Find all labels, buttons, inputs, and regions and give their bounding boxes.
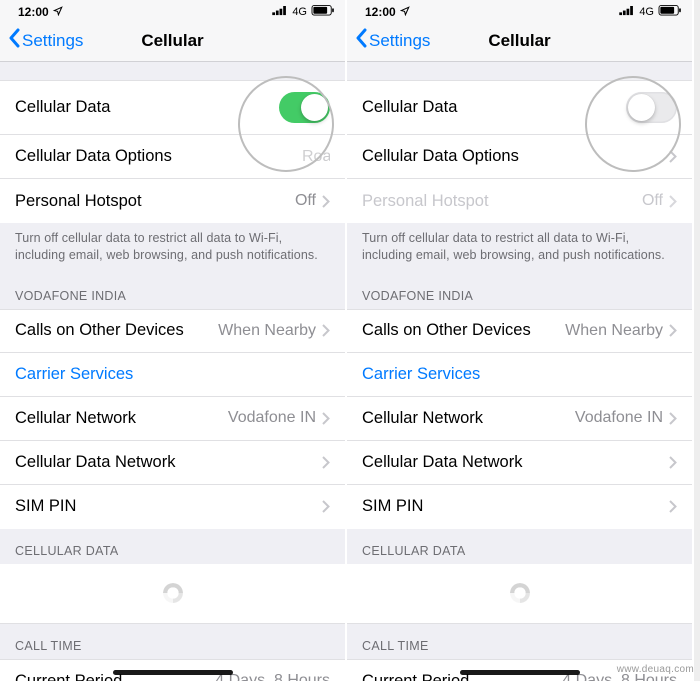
group-carrier: Calls on Other Devices When Nearby Carri… [347,309,692,529]
loading-row [0,564,345,624]
row-label: Carrier Services [15,365,133,384]
chevron-right-icon [669,412,677,425]
network-type: 4G [639,6,654,18]
group-footer: Turn off cellular data to restrict all d… [347,223,692,274]
row-personal-hotspot[interactable]: Personal Hotspot Off [0,179,345,223]
row-label: Cellular Data [362,98,457,117]
row-label: Cellular Data Options [15,147,172,166]
battery-icon [311,5,335,19]
group-header-cellular-usage: Cellular Data [347,529,692,564]
location-icon [400,5,410,19]
status-bar: 12:00 4G [347,0,692,20]
row-calls-other-devices[interactable]: Calls on Other Devices When Nearby [0,309,345,353]
row-label: Cellular Network [15,409,136,428]
chevron-right-icon [322,195,330,208]
row-value: Off [642,192,663,210]
chevron-left-icon [8,28,20,53]
row-label: Personal Hotspot [362,192,489,211]
row-cellular-data-options[interactable]: Cellular Data Options [347,135,692,179]
group-cellular-data: Cellular Data Cellular Data Options Pers… [347,80,692,223]
row-value: Roa [302,148,330,166]
group-header-carrier: Vodafone India [347,274,692,309]
row-label: SIM PIN [362,497,423,516]
row-personal-hotspot: Personal Hotspot Off [347,179,692,223]
location-icon [53,5,63,19]
row-label: Current Period [15,672,122,681]
row-cellular-data-network[interactable]: Cellular Data Network [347,441,692,485]
row-value: Off [295,192,316,210]
signal-icon [619,5,635,19]
row-cellular-data[interactable]: Cellular Data [0,80,345,135]
row-label: Cellular Data Options [362,147,519,166]
chevron-right-icon [322,456,330,469]
chevron-right-icon [669,500,677,513]
chevron-right-icon [669,324,677,337]
row-cellular-network[interactable]: Cellular Network Vodafone IN [0,397,345,441]
row-cellular-data-network[interactable]: Cellular Data Network [0,441,345,485]
chevron-right-icon [669,195,677,208]
row-label: SIM PIN [15,497,76,516]
row-label: Cellular Data Network [362,453,522,472]
row-value: Vodafone IN [575,409,663,427]
row-label: Cellular Network [362,409,483,428]
row-cellular-data-options[interactable]: Cellular Data Options Roa [0,135,345,179]
row-carrier-services[interactable]: Carrier Services [347,353,692,397]
back-button[interactable]: Settings [8,28,83,53]
row-cellular-data[interactable]: Cellular Data [347,80,692,135]
row-label: Calls on Other Devices [362,321,531,340]
loading-row [347,564,692,624]
chevron-right-icon [322,500,330,513]
group-header-carrier: Vodafone India [0,274,345,309]
spinner-icon [510,583,530,603]
group-footer: Turn off cellular data to restrict all d… [0,223,345,274]
row-label: Carrier Services [362,365,480,384]
phone-right: 12:00 4G Settings [347,0,694,681]
nav-bar: Settings Cellular [0,20,345,62]
row-cellular-network[interactable]: Cellular Network Vodafone IN [347,397,692,441]
status-bar: 12:00 4G [0,0,345,20]
status-time: 12:00 [18,5,49,19]
row-value: When Nearby [218,322,316,340]
phone-left: 12:00 4G Settings [0,0,347,681]
row-value: When Nearby [565,322,663,340]
nav-bar: Settings Cellular [347,20,692,62]
row-label: Current Period [362,672,469,681]
back-button[interactable]: Settings [355,28,430,53]
chevron-right-icon [322,324,330,337]
toggle-cellular-data[interactable] [279,92,330,123]
home-indicator[interactable] [113,670,233,675]
group-header-call-time: Call Time [0,624,345,659]
group-cellular-data: Cellular Data Cellular Data Options Roa … [0,80,345,223]
chevron-right-icon [669,150,677,163]
status-time: 12:00 [365,5,396,19]
row-label: Cellular Data [15,98,110,117]
back-label: Settings [369,31,430,51]
toggle-cellular-data[interactable] [626,92,677,123]
group-header-call-time: Call Time [347,624,692,659]
group-carrier: Calls on Other Devices When Nearby Carri… [0,309,345,529]
chevron-right-icon [669,456,677,469]
comparison-canvas: 12:00 4G Settings [0,0,700,681]
group-header-cellular-usage: Cellular Data [0,529,345,564]
watermark: www.deuaq.com [617,664,694,675]
row-calls-other-devices[interactable]: Calls on Other Devices When Nearby [347,309,692,353]
row-label: Personal Hotspot [15,192,142,211]
spinner-icon [163,583,183,603]
row-sim-pin[interactable]: SIM PIN [347,485,692,529]
row-carrier-services[interactable]: Carrier Services [0,353,345,397]
row-sim-pin[interactable]: SIM PIN [0,485,345,529]
home-indicator[interactable] [460,670,580,675]
signal-icon [272,5,288,19]
battery-icon [658,5,682,19]
row-value: 4 Days, 8 Hours [215,672,330,681]
row-label: Calls on Other Devices [15,321,184,340]
chevron-right-icon [322,412,330,425]
back-label: Settings [22,31,83,51]
network-type: 4G [292,6,307,18]
chevron-left-icon [355,28,367,53]
row-value: Vodafone IN [228,409,316,427]
row-label: Cellular Data Network [15,453,175,472]
